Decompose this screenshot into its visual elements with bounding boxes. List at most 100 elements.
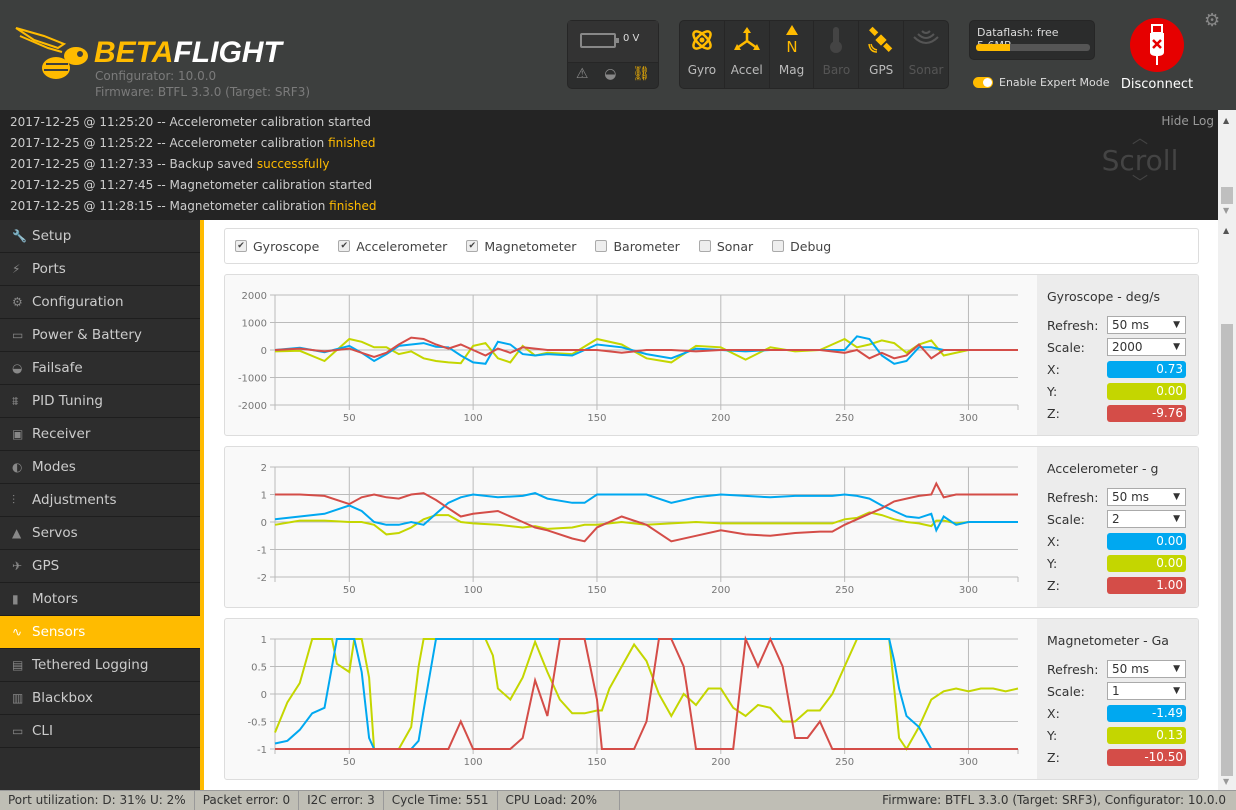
x-tick-label: 50 [343, 585, 356, 596]
sidebar-item-label: Failsafe [32, 360, 83, 376]
sidebar-item-label: GPS [32, 558, 60, 574]
x-tick-label: 200 [711, 585, 730, 596]
checkbox-box[interactable]: ✔ [466, 240, 479, 252]
checkbox-box[interactable] [595, 240, 608, 252]
checkbox-box[interactable]: ✔ [235, 240, 247, 252]
refresh-select[interactable]: 50 ms ▼ [1107, 488, 1186, 506]
checkbox-accelerometer[interactable]: ✔ Accelerometer [338, 239, 447, 254]
checkbox-box[interactable] [698, 240, 711, 252]
log-panel: 2017-12-25 @ 11:25:20 -- Accelerometer c… [0, 110, 1218, 220]
checkbox-label: Accelerometer [356, 238, 448, 254]
sensor-gps: GPS [859, 21, 905, 88]
sidebar-item-label: Blackbox [32, 690, 93, 706]
refresh-value: 50 ms [1112, 662, 1150, 676]
z-label: Z: [1047, 405, 1060, 421]
version-info: Firmware: BTFL 3.3.0 (Target: SRF3), Con… [882, 793, 1226, 807]
z-value: -9.76 [1107, 404, 1186, 422]
refresh-select[interactable]: 50 ms ▼ [1107, 660, 1186, 678]
refresh-select[interactable]: 50 ms ▼ [1107, 316, 1186, 334]
header: BETAFLIGHT Configurator: 10.0.0 Firmware… [0, 0, 1236, 110]
sidebar-item-configuration[interactable]: ⚙ Configuration [0, 286, 200, 319]
x-value: 0.73 [1107, 360, 1186, 378]
terminal-icon: ▭ [12, 724, 24, 738]
sidebar-item-tethered-logging[interactable]: ▤ Tethered Logging [0, 649, 200, 682]
sidebar-item-servos[interactable]: ▲ Servos [0, 517, 200, 550]
checkbox-box[interactable]: ✔ [338, 240, 351, 252]
y-label: Y: [1047, 383, 1058, 399]
scroll-down-arrow-icon[interactable]: ▼ [1223, 777, 1229, 786]
scale-select[interactable]: 1 ▼ [1107, 682, 1186, 700]
checkbox-gyroscope[interactable]: ✔ Gyroscope [235, 239, 319, 254]
x-tick-label: 150 [587, 585, 606, 596]
scroll-down-arrow-icon[interactable]: ▼ [1223, 206, 1229, 215]
y-tick-label: 1000 [242, 319, 267, 330]
sidebar-item-blackbox[interactable]: ▥ Blackbox [0, 682, 200, 715]
x-value: -1.49 [1107, 704, 1186, 722]
sidebar-item-label: Tethered Logging [32, 657, 149, 673]
sensor-controls: Gyroscope - deg/s Refresh: 50 ms ▼ Scale: 200… [1037, 275, 1198, 435]
y-tick-label: -2 [257, 573, 267, 584]
settings-gear-icon[interactable]: ⚙ [1204, 10, 1220, 31]
sidebar-item-pid-tuning[interactable]: ⩩ PID Tuning [0, 385, 200, 418]
x-tick-label: 150 [587, 413, 606, 424]
scroll-up-arrow-icon[interactable]: ▲ [1223, 226, 1229, 235]
log-highlight: finished [329, 199, 377, 213]
sidebar-item-modes[interactable]: ◐ Modes [0, 451, 200, 484]
y-tick-label: 1 [261, 491, 267, 502]
checkbox-sonar[interactable]: Sonar [698, 239, 753, 254]
thermometer-icon [830, 27, 843, 53]
expert-mode-toggle[interactable] [973, 77, 993, 88]
scale-label: Scale: [1047, 683, 1085, 699]
scale-select[interactable]: 2000 ▼ [1107, 338, 1186, 356]
x-tick-label: 200 [711, 413, 730, 424]
x-label: X: [1047, 533, 1060, 549]
hide-log-link[interactable]: Hide Log [1161, 114, 1214, 128]
sidebar-item-cli[interactable]: ▭ CLI [0, 715, 200, 748]
log-scrollbar-thumb[interactable] [1221, 187, 1233, 204]
log-scrollbar[interactable]: ▲ ▼ [1218, 110, 1236, 220]
refresh-value: 50 ms [1112, 318, 1150, 332]
sidebar-item-ports[interactable]: ⚡ Ports [0, 253, 200, 286]
disconnect-button[interactable] [1130, 18, 1184, 72]
dropdown-arrow-icon: ▼ [1173, 492, 1180, 502]
sidebar-item-adjustments[interactable]: ⫶ Adjustments [0, 484, 200, 517]
refresh-label: Refresh: [1047, 317, 1099, 333]
battery-status: 0 V ⚠ ◒ ⛓ [567, 20, 659, 89]
sidebar-item-setup[interactable]: 🔧 Setup [0, 220, 200, 253]
cpu-load: CPU Load: 20% [498, 791, 621, 810]
z-value: 1.00 [1107, 576, 1186, 594]
y-tick-label: 0 [261, 690, 267, 701]
sidebar-item-power-battery[interactable]: ▭ Power & Battery [0, 319, 200, 352]
scale-select[interactable]: 2 ▼ [1107, 510, 1186, 528]
y-tick-label: 1 [261, 635, 267, 646]
hierarchy-icon: ⩩ [12, 393, 19, 408]
sidebar-item-failsafe[interactable]: ◒ Failsafe [0, 352, 200, 385]
main-scrollbar[interactable]: ▲ ▼ [1218, 220, 1236, 790]
checkbox-barometer[interactable]: Barometer [595, 239, 680, 254]
checkbox-magnetometer[interactable]: ✔ Magnetometer [466, 239, 576, 254]
checkbox-debug[interactable]: Debug [772, 239, 831, 254]
scroll-up-arrow-icon[interactable]: ▲ [1223, 116, 1229, 125]
main-scrollbar-thumb[interactable] [1221, 324, 1233, 776]
x-tick-label: 300 [959, 413, 978, 424]
dataflash-status[interactable]: Dataflash: free 5.6MB [969, 20, 1095, 60]
graph-title: Accelerometer - g [1047, 461, 1159, 476]
sidebar-item-label: Power & Battery [32, 327, 142, 343]
sidebar-item-sensors[interactable]: ∿ Sensors [0, 616, 200, 649]
sidebar-item-motors[interactable]: ▮ Motors [0, 583, 200, 616]
checkbox-box[interactable] [772, 240, 785, 252]
z-value: -10.50 [1107, 748, 1186, 766]
sensor-chart: 2000 1000 0 -1000 -2000 50 100 150 200 250 300 [238, 291, 1019, 424]
sidebar-item-receiver[interactable]: ▣ Receiver [0, 418, 200, 451]
betaflight-hornet-logo-icon [15, 27, 88, 79]
expert-mode[interactable]: Enable Expert Mode [973, 76, 1109, 89]
i2c-error: I2C error: 3 [299, 791, 384, 810]
sensor-chart: 2 1 0 -1 -2 50 100 150 200 250 300 [257, 463, 1019, 596]
checkbox-label: Gyroscope [253, 238, 320, 254]
x-tick-label: 150 [587, 757, 606, 768]
sidebar-item-gps[interactable]: ✈ GPS [0, 550, 200, 583]
y-tick-label: -2000 [238, 401, 267, 412]
refresh-value: 50 ms [1112, 490, 1150, 504]
dropdown-arrow-icon: ▼ [1173, 514, 1180, 524]
y-tick-label: -1 [257, 546, 267, 557]
